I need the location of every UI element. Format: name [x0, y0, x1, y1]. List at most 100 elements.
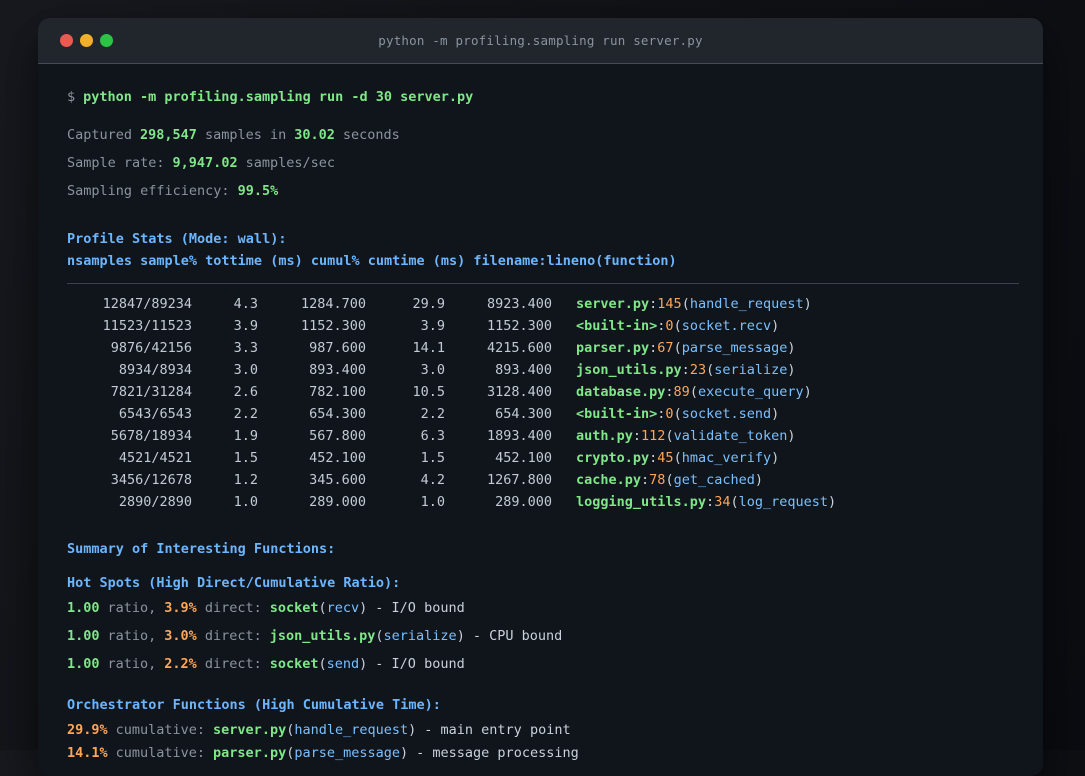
cell-location: auth.py112validate_token	[576, 425, 796, 447]
filename: cache.py	[576, 472, 642, 488]
function-name: handle_request	[286, 722, 416, 738]
cell-cumul-pct: 10.5	[412, 384, 445, 400]
ratio-value: 1.00	[67, 600, 100, 616]
table-columns-header: nsamples sample% tottime (ms) cumul% cum…	[67, 253, 677, 269]
function-name: validate_token	[665, 428, 795, 444]
line-number: 112	[633, 428, 666, 444]
cell-cumtime: 3128.400	[486, 384, 552, 400]
line-number: 67	[649, 340, 673, 356]
filename: json_utils.py	[576, 362, 682, 378]
cell-sample-pct: 1.9	[233, 428, 258, 444]
cell-cumtime: 8923.400	[486, 296, 552, 312]
orchestrator-item: 14.1% cumulative: parser.pyparse_message…	[67, 742, 1019, 764]
orchestrators-list: 29.9% cumulative: server.pyhandle_reques…	[67, 719, 1019, 764]
function-name: send	[319, 656, 368, 672]
cell-cumtime: 452.100	[495, 450, 552, 466]
module-name: parser.py	[213, 745, 287, 761]
cell-nsamples: 9876/42156	[110, 340, 192, 356]
filename: <built-in>	[576, 318, 658, 334]
bound-note: - CPU bound	[472, 628, 563, 644]
line-number: 45	[649, 450, 673, 466]
table-row: 4521/4521 1.5 452.100 1.5 452.100 crypto…	[67, 447, 1019, 469]
entry-note: - main entry point	[424, 722, 571, 738]
hot-spot-item: 1.00 ratio, 2.2% direct: socketsend - I/…	[67, 653, 1019, 675]
ratio-value: 1.00	[67, 656, 100, 672]
function-name: handle_request	[682, 296, 812, 312]
function-name: parse_message	[674, 340, 796, 356]
minimize-button-icon[interactable]	[80, 34, 93, 47]
cell-sample-pct: 3.3	[233, 340, 258, 356]
cell-nsamples: 7821/31284	[110, 384, 192, 400]
entry-note: - message processing	[416, 745, 579, 761]
cell-nsamples: 3456/12678	[110, 472, 192, 488]
line-number: 34	[706, 494, 730, 510]
cell-sample-pct: 3.0	[233, 362, 258, 378]
function-name: log_request	[730, 494, 836, 510]
table-row: 12847/89234 4.3 1284.700 29.9 8923.400 s…	[67, 293, 1019, 315]
cell-location: cache.py78get_cached	[576, 469, 763, 491]
module-function: socketsend	[270, 653, 368, 675]
filename: auth.py	[576, 428, 633, 444]
table-row: 6543/6543 2.2 654.300 2.2 654.300 <built…	[67, 403, 1019, 425]
cell-cumtime: 1893.400	[486, 428, 552, 444]
cell-cumul-pct: 1.5	[420, 450, 445, 466]
hot-spot-item: 1.00 ratio, 3.9% direct: socketrecv - I/…	[67, 597, 1019, 619]
direct-pct: 3.9%	[164, 600, 197, 616]
orchestrator-item: 29.9% cumulative: server.pyhandle_reques…	[67, 719, 1019, 741]
ratio-label: ratio,	[107, 600, 157, 616]
cell-cumul-pct: 1.0	[420, 494, 445, 510]
line-number: 0	[657, 406, 673, 422]
cell-tottime: 1284.700	[300, 296, 366, 312]
samples-in-label: samples in	[204, 127, 287, 143]
summary-heading: Summary of Interesting Functions:	[67, 541, 336, 557]
filename: database.py	[576, 384, 666, 400]
cell-sample-pct: 2.2	[233, 406, 258, 422]
samples-count: 298,547	[140, 127, 197, 143]
profile-table: 12847/89234 4.3 1284.700 29.9 8923.400 s…	[67, 293, 1019, 513]
function-name: recv	[319, 600, 368, 616]
cell-cumul-pct: 4.2	[420, 472, 445, 488]
function-name: execute_query	[690, 384, 812, 400]
cell-location: database.py89execute_query	[576, 381, 812, 403]
cell-cumtime: 4215.600	[486, 340, 552, 356]
bound-note: - I/O bound	[375, 600, 465, 616]
direct-label: direct:	[204, 656, 262, 672]
cell-cumul-pct: 3.0	[420, 362, 445, 378]
cell-location: <built-in>0socket.send	[576, 403, 779, 425]
line-number: 89	[665, 384, 689, 400]
cell-sample-pct: 3.9	[233, 318, 258, 334]
function-name: serialize	[375, 628, 464, 644]
sample-rate-unit: samples/sec	[245, 155, 335, 171]
cell-nsamples: 8934/8934	[118, 362, 192, 378]
table-row: 7821/31284 2.6 782.100 10.5 3128.400 dat…	[67, 381, 1019, 403]
cell-cumtime: 1267.800	[486, 472, 552, 488]
cell-tottime: 567.800	[309, 428, 366, 444]
cell-sample-pct: 1.0	[233, 494, 258, 510]
function-name: serialize	[706, 362, 795, 378]
captured-label: Captured	[67, 127, 133, 143]
hot-spots-heading: Hot Spots (High Direct/Cumulative Ratio)…	[67, 575, 401, 591]
cell-tottime: 987.600	[309, 340, 366, 356]
cell-sample-pct: 1.5	[233, 450, 258, 466]
titlebar[interactable]: python -m profiling.sampling run server.…	[38, 18, 1043, 64]
direct-label: direct:	[204, 628, 262, 644]
direct-pct: 3.0%	[164, 628, 197, 644]
sample-rate-line: Sample rate: 9,947.02 samples/sec	[67, 152, 1019, 174]
zoom-button-icon[interactable]	[100, 34, 113, 47]
close-button-icon[interactable]	[60, 34, 73, 47]
line-number: 78	[641, 472, 665, 488]
cell-cumul-pct: 3.9	[420, 318, 445, 334]
module-function: parser.pyparse_message	[213, 742, 408, 764]
function-name: hmac_verify	[674, 450, 780, 466]
filename: logging_utils.py	[576, 494, 707, 510]
table-row: 3456/12678 1.2 345.600 4.2 1267.800 cach…	[67, 469, 1019, 491]
terminal-output[interactable]: $ python -m profiling.sampling run -d 30…	[38, 64, 1043, 764]
hot-spot-item: 1.00 ratio, 3.0% direct: json_utils.pyse…	[67, 625, 1019, 647]
cumulative-label: cumulative:	[115, 722, 206, 738]
direct-label: direct:	[204, 600, 262, 616]
cell-location: parser.py67parse_message	[576, 337, 796, 359]
cell-location: <built-in>0socket.recv	[576, 315, 779, 337]
filename: crypto.py	[576, 450, 650, 466]
efficiency-label: Sampling efficiency:	[67, 183, 230, 199]
window-title: python -m profiling.sampling run server.…	[378, 33, 703, 48]
